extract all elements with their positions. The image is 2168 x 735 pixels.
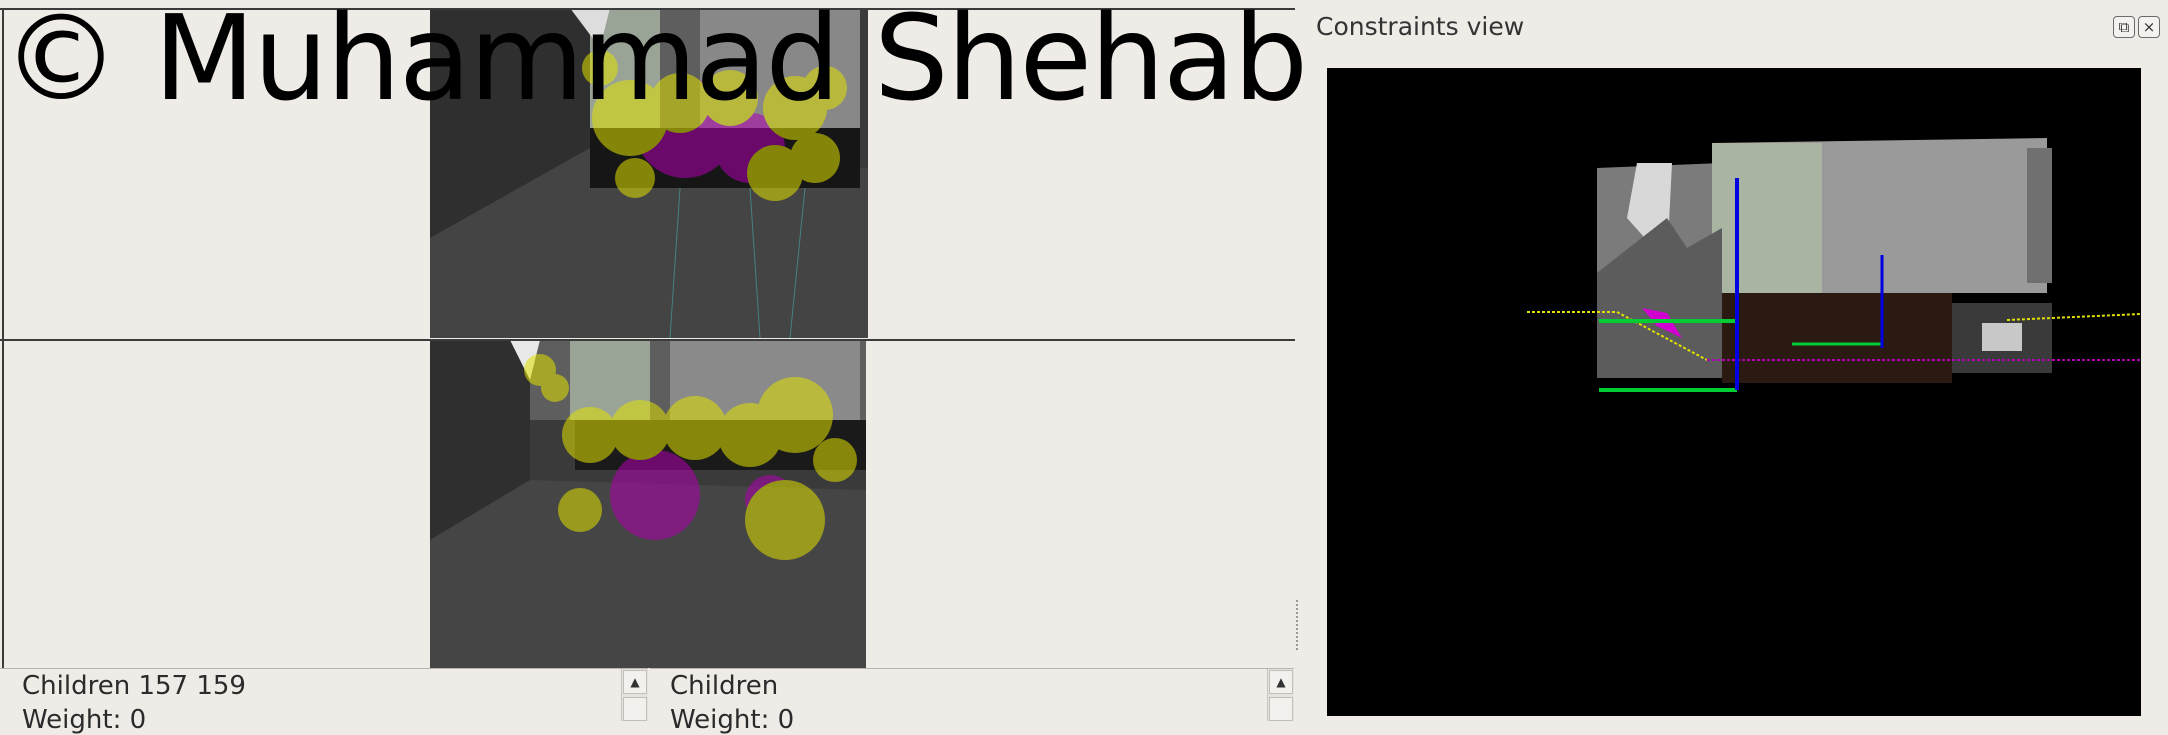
scroll-up-button[interactable]: ▲ [623,670,647,694]
constraints-dock: Constraints view ⧉ × [1300,0,2168,720]
close-icon[interactable]: × [2138,16,2160,38]
info-panel-left[interactable]: Children 157 159 Weight: 0 ▲ [0,668,648,735]
float-icon[interactable]: ⧉ [2113,16,2135,38]
frame-middle-divider [0,339,1295,341]
info-panel-right[interactable]: Children Weight: 0 ▲ [650,668,1294,735]
scroll-up-button[interactable]: ▲ [1269,670,1293,694]
constraints-3d-view[interactable] [1327,68,2142,716]
bottom-image-view[interactable] [430,340,866,668]
watermark: © Muhammad Shehab [2,0,1308,127]
children-label: Children 157 159 [22,671,246,701]
scrollbar[interactable]: ▲ [621,669,648,721]
children-label: Children [670,671,779,701]
scroll-down-button[interactable] [1269,697,1293,721]
weight-label: Weight: 0 [670,705,795,735]
image-views-area: © Muhammad Shehab Children 157 159 Weigh… [0,0,1308,735]
weight-label: Weight: 0 [22,705,147,735]
dock-title: Constraints view [1316,12,1525,41]
scroll-down-button[interactable] [623,697,647,721]
scrollbar[interactable]: ▲ [1267,669,1294,721]
